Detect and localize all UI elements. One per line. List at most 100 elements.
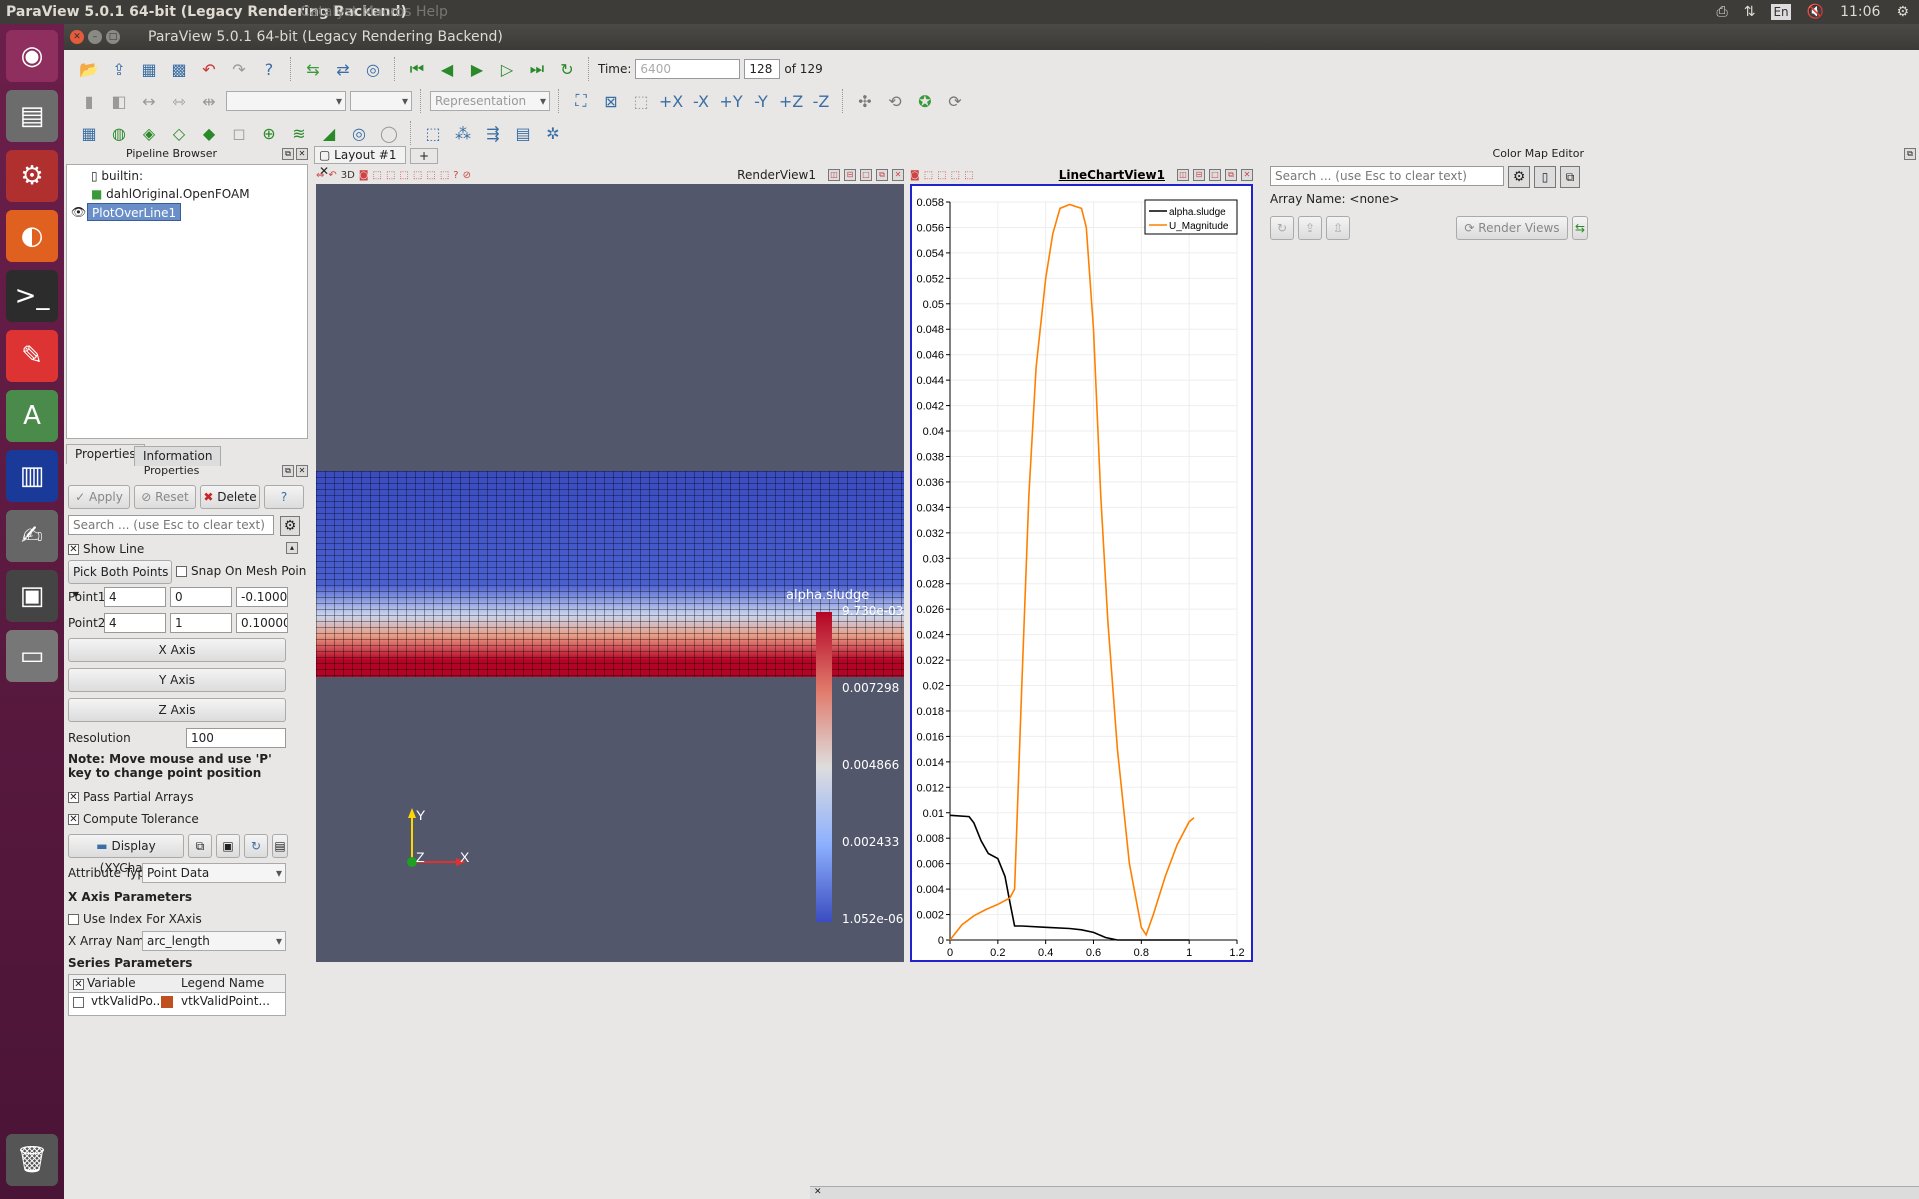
- render-view[interactable]: alpha.sludge 9.730e-03 0.007298 0.004866…: [316, 184, 904, 962]
- pipeline-item-plotoverline[interactable]: PlotOverLine1: [87, 203, 182, 221]
- select-polygon-icon[interactable]: ⬚: [426, 170, 435, 181]
- pick-both-points-dropdown[interactable]: Pick Both Points ▾: [68, 560, 172, 601]
- group-icon[interactable]: ◎: [346, 120, 372, 146]
- chart-split-horizontal-icon[interactable]: ◫: [1177, 169, 1189, 181]
- contour-icon[interactable]: ◍: [106, 120, 132, 146]
- save-state-icon[interactable]: ▩: [166, 56, 192, 82]
- calculator-icon[interactable]: ▦: [76, 120, 102, 146]
- color-legend-icon[interactable]: ▮: [76, 88, 102, 114]
- warp-icon[interactable]: ◢: [316, 120, 342, 146]
- rescale-visible-icon[interactable]: ⇹: [196, 88, 222, 114]
- component-combo[interactable]: [350, 91, 412, 111]
- pass-partial-checkbox[interactable]: ✕ Pass Partial Arrays: [68, 790, 193, 804]
- edit-colormap-icon[interactable]: ◧: [106, 88, 132, 114]
- save-default-icon[interactable]: ▤: [272, 834, 288, 858]
- compute-tolerance-checkbox[interactable]: ✕ Compute Tolerance: [68, 812, 199, 826]
- chart-select-add-icon[interactable]: ⬚: [937, 170, 946, 181]
- properties-search-input[interactable]: Search ... (use Esc to clear text): [68, 515, 274, 535]
- autoapply-icon[interactable]: ◎: [360, 56, 386, 82]
- reset-button[interactable]: ⊘ Reset: [134, 485, 196, 509]
- select-cells-icon[interactable]: ⬚: [373, 170, 382, 181]
- advanced-gear-icon[interactable]: ⚙: [280, 516, 300, 536]
- restore-view-icon[interactable]: ⧉: [876, 169, 888, 181]
- load-state-icon[interactable]: ⇪: [106, 56, 132, 82]
- firefox-icon[interactable]: ◐: [6, 210, 58, 262]
- variable-column-header[interactable]: Variable: [87, 976, 136, 990]
- disconnect-icon[interactable]: ⇄: [330, 56, 356, 82]
- view-minus-z-icon[interactable]: -Z: [808, 88, 834, 114]
- network-icon[interactable]: ⇅: [1744, 0, 1756, 24]
- maximize-view-icon[interactable]: □: [860, 169, 872, 181]
- close-view-icon[interactable]: ✕: [892, 169, 904, 181]
- rescale-icon[interactable]: ↻: [1270, 216, 1294, 240]
- document-viewer-icon[interactable]: ✎: [6, 330, 58, 382]
- maximize-window-icon[interactable]: □: [106, 30, 120, 44]
- rotate-90-icon[interactable]: ⟲: [882, 88, 908, 114]
- select-block-icon[interactable]: ⬚: [413, 170, 422, 181]
- clip-icon[interactable]: ◈: [136, 120, 162, 146]
- text-editor-icon[interactable]: ✍: [6, 510, 58, 562]
- pipeline-item-openfoam[interactable]: ■ dahlOriginal.OpenFOAM: [87, 185, 254, 203]
- float-colormap-icon[interactable]: ⧉: [1904, 148, 1916, 160]
- point2-z-input[interactable]: 0.100000: [236, 613, 288, 633]
- glyph-icon[interactable]: ⊕: [256, 120, 282, 146]
- slice-icon[interactable]: ◇: [166, 120, 192, 146]
- mode-3d-button[interactable]: 3D: [341, 170, 355, 181]
- extract-level-icon[interactable]: ◯: [376, 120, 402, 146]
- show-line-checkbox[interactable]: ✕ Show Line: [68, 542, 144, 556]
- stream-tracer-icon[interactable]: ≋: [286, 120, 312, 146]
- clear-selection-icon[interactable]: ⊘: [463, 170, 471, 181]
- layout-tab[interactable]: ▢ Layout #1 ✕: [314, 146, 406, 178]
- chart-select-icon[interactable]: ⬚: [924, 170, 933, 181]
- auto-update-icon[interactable]: ⇆: [1572, 216, 1588, 240]
- select-frustum-icon[interactable]: ⬚: [399, 170, 408, 181]
- select-points-icon[interactable]: ⬚: [386, 170, 395, 181]
- rescale-custom-icon[interactable]: ⇪: [1298, 216, 1322, 240]
- point1-x-input[interactable]: 4: [104, 587, 166, 607]
- software-center-icon[interactable]: A: [6, 390, 58, 442]
- pipeline-item-builtin[interactable]: ▯ builtin:: [87, 167, 147, 185]
- camera-undo-icon[interactable]: ↶: [328, 170, 336, 181]
- close-panel-icon[interactable]: ✕: [296, 148, 308, 160]
- add-layout-tab[interactable]: +: [410, 148, 438, 164]
- render-views-button[interactable]: ⟳ Render Views: [1456, 216, 1568, 240]
- rotate-icon[interactable]: ⟳: [942, 88, 968, 114]
- help-icon[interactable]: ?: [256, 56, 282, 82]
- printer-icon[interactable]: ⎙: [1717, 0, 1728, 24]
- save-data-icon[interactable]: ▦: [136, 56, 162, 82]
- undo-icon[interactable]: ↶: [196, 56, 222, 82]
- capture-icon[interactable]: ◙: [359, 170, 369, 181]
- first-frame-icon[interactable]: ⏮: [404, 56, 430, 82]
- time-field[interactable]: 6400: [635, 59, 741, 79]
- close-status-icon[interactable]: ✕: [814, 1187, 822, 1197]
- connect-icon[interactable]: ⇆: [300, 56, 326, 82]
- redo-icon[interactable]: ↷: [226, 56, 252, 82]
- query-icon[interactable]: ⇶: [480, 120, 506, 146]
- rescale-temporal-icon[interactable]: ⇫: [1326, 216, 1350, 240]
- keyboard-indicator[interactable]: En: [1771, 4, 1791, 20]
- drive-icon[interactable]: ▭: [6, 630, 58, 682]
- clock[interactable]: 11:06: [1840, 0, 1880, 24]
- close-properties-icon[interactable]: ✕: [296, 465, 308, 477]
- legend-column-header[interactable]: Legend Name: [181, 976, 264, 990]
- open-file-icon[interactable]: 📂: [76, 56, 102, 82]
- point2-y-input[interactable]: 1: [170, 613, 232, 633]
- colormap-search-input[interactable]: Search ... (use Esc to clear text): [1270, 166, 1504, 186]
- paraview-icon[interactable]: ▥: [6, 450, 58, 502]
- rescale-range-icon[interactable]: ↔: [136, 88, 162, 114]
- point1-z-input[interactable]: -0.100000: [236, 587, 288, 607]
- ubuntu-dash-icon[interactable]: ◉: [6, 30, 58, 82]
- interactive-select-icon[interactable]: ⬚: [440, 170, 449, 181]
- pick-center-icon[interactable]: ✪: [912, 88, 938, 114]
- split-horizontal-icon[interactable]: ◫: [828, 169, 840, 181]
- files-icon[interactable]: ▤: [6, 90, 58, 142]
- colormap-gear-icon[interactable]: ⚙: [1508, 166, 1530, 188]
- chart-clear-icon[interactable]: ⬚: [964, 170, 973, 181]
- reset-camera-icon[interactable]: ⛶: [568, 88, 594, 114]
- attribute-type-combo[interactable]: Point Data: [142, 863, 286, 883]
- z-axis-button[interactable]: Z Axis: [68, 698, 286, 722]
- select-all-checkbox[interactable]: ✕: [73, 977, 88, 991]
- extract-subset-icon[interactable]: ◻: [226, 120, 252, 146]
- chart-restore-icon[interactable]: ⧉: [1225, 169, 1237, 181]
- resolution-input[interactable]: 100: [186, 728, 286, 748]
